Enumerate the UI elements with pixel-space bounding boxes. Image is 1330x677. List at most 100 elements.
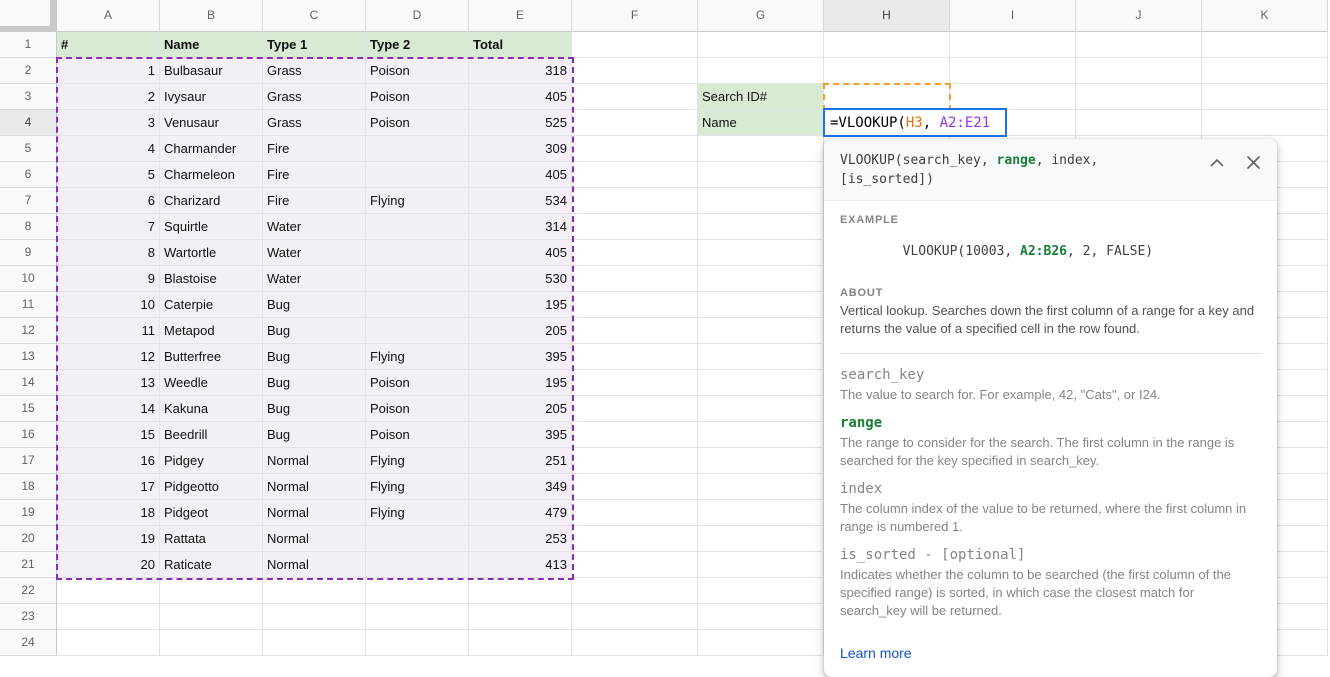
cell-A17[interactable]: 16	[57, 448, 160, 474]
cell-B18[interactable]: Pidgeotto	[160, 474, 263, 500]
cell-D2[interactable]: Poison	[366, 58, 469, 84]
cell-D17[interactable]: Flying	[366, 448, 469, 474]
row-header-8[interactable]: 8	[0, 214, 57, 240]
cell-E12[interactable]: 205	[469, 318, 572, 344]
cell-A3[interactable]: 2	[57, 84, 160, 110]
cell-D15[interactable]: Poison	[366, 396, 469, 422]
cell-A13[interactable]: 12	[57, 344, 160, 370]
cell-B9[interactable]: Wartortle	[160, 240, 263, 266]
cell-A24[interactable]	[57, 630, 160, 656]
row-header-24[interactable]: 24	[0, 630, 57, 656]
cell-B1[interactable]: Name	[160, 32, 263, 58]
cell-G9[interactable]	[698, 240, 824, 266]
cell-D5[interactable]	[366, 136, 469, 162]
cell-F5[interactable]	[572, 136, 698, 162]
cell-A19[interactable]: 18	[57, 500, 160, 526]
cell-A8[interactable]: 7	[57, 214, 160, 240]
cell-B2[interactable]: Bulbasaur	[160, 58, 263, 84]
cell-C11[interactable]: Bug	[263, 292, 366, 318]
cell-E7[interactable]: 534	[469, 188, 572, 214]
cell-F20[interactable]	[572, 526, 698, 552]
cell-E8[interactable]: 314	[469, 214, 572, 240]
cell-E9[interactable]: 405	[469, 240, 572, 266]
cell-K3[interactable]	[1202, 84, 1328, 110]
cell-C8[interactable]: Water	[263, 214, 366, 240]
cell-D13[interactable]: Flying	[366, 344, 469, 370]
cell-A15[interactable]: 14	[57, 396, 160, 422]
cell-F6[interactable]	[572, 162, 698, 188]
cell-B23[interactable]	[160, 604, 263, 630]
cell-G24[interactable]	[698, 630, 824, 656]
cell-A1[interactable]: #	[57, 32, 160, 58]
cell-C2[interactable]: Grass	[263, 58, 366, 84]
cell-A5[interactable]: 4	[57, 136, 160, 162]
cell-D3[interactable]: Poison	[366, 84, 469, 110]
cell-G14[interactable]	[698, 370, 824, 396]
row-header-10[interactable]: 10	[0, 266, 57, 292]
cell-F12[interactable]	[572, 318, 698, 344]
cell-F17[interactable]	[572, 448, 698, 474]
cell-G13[interactable]	[698, 344, 824, 370]
cell-E22[interactable]	[469, 578, 572, 604]
cell-F19[interactable]	[572, 500, 698, 526]
row-header-20[interactable]: 20	[0, 526, 57, 552]
cell-A18[interactable]: 17	[57, 474, 160, 500]
cell-C12[interactable]: Bug	[263, 318, 366, 344]
row-header-13[interactable]: 13	[0, 344, 57, 370]
cell-G17[interactable]	[698, 448, 824, 474]
cell-G2[interactable]	[698, 58, 824, 84]
cell-G10[interactable]	[698, 266, 824, 292]
cell-D7[interactable]: Flying	[366, 188, 469, 214]
cell-B6[interactable]: Charmeleon	[160, 162, 263, 188]
cell-J4[interactable]	[1076, 110, 1202, 136]
cell-E24[interactable]	[469, 630, 572, 656]
row-header-12[interactable]: 12	[0, 318, 57, 344]
cell-D12[interactable]	[366, 318, 469, 344]
cell-A14[interactable]: 13	[57, 370, 160, 396]
cell-F8[interactable]	[572, 214, 698, 240]
cell-B22[interactable]	[160, 578, 263, 604]
cell-E3[interactable]: 405	[469, 84, 572, 110]
cell-I3[interactable]	[950, 84, 1076, 110]
cell-E18[interactable]: 349	[469, 474, 572, 500]
cell-D6[interactable]	[366, 162, 469, 188]
cell-D21[interactable]	[366, 552, 469, 578]
cell-J3[interactable]	[1076, 84, 1202, 110]
close-icon[interactable]	[1245, 154, 1261, 170]
row-header-5[interactable]: 5	[0, 136, 57, 162]
cell-G7[interactable]	[698, 188, 824, 214]
column-header-E[interactable]: E	[469, 0, 572, 32]
cell-A4[interactable]: 3	[57, 110, 160, 136]
column-header-J[interactable]: J	[1076, 0, 1202, 32]
cell-B16[interactable]: Beedrill	[160, 422, 263, 448]
cell-E1[interactable]: Total	[469, 32, 572, 58]
cell-F21[interactable]	[572, 552, 698, 578]
cell-C22[interactable]	[263, 578, 366, 604]
cell-A11[interactable]: 10	[57, 292, 160, 318]
cell-C20[interactable]: Normal	[263, 526, 366, 552]
column-header-G[interactable]: G	[698, 0, 824, 32]
cell-E10[interactable]: 530	[469, 266, 572, 292]
cell-C4[interactable]: Grass	[263, 110, 366, 136]
cell-F22[interactable]	[572, 578, 698, 604]
column-header-F[interactable]: F	[572, 0, 698, 32]
cell-G8[interactable]	[698, 214, 824, 240]
row-header-4[interactable]: 4	[0, 110, 57, 136]
cell-G5[interactable]	[698, 136, 824, 162]
cell-F18[interactable]	[572, 474, 698, 500]
cell-C3[interactable]: Grass	[263, 84, 366, 110]
cell-G12[interactable]	[698, 318, 824, 344]
cell-C7[interactable]: Fire	[263, 188, 366, 214]
row-header-15[interactable]: 15	[0, 396, 57, 422]
cell-F10[interactable]	[572, 266, 698, 292]
row-header-2[interactable]: 2	[0, 58, 57, 84]
cell-K4[interactable]	[1202, 110, 1328, 136]
cell-F7[interactable]	[572, 188, 698, 214]
cell-B13[interactable]: Butterfree	[160, 344, 263, 370]
select-all-corner[interactable]	[0, 0, 57, 32]
row-header-1[interactable]: 1	[0, 32, 57, 58]
cell-F2[interactable]	[572, 58, 698, 84]
cell-C14[interactable]: Bug	[263, 370, 366, 396]
cell-G18[interactable]	[698, 474, 824, 500]
cell-B10[interactable]: Blastoise	[160, 266, 263, 292]
